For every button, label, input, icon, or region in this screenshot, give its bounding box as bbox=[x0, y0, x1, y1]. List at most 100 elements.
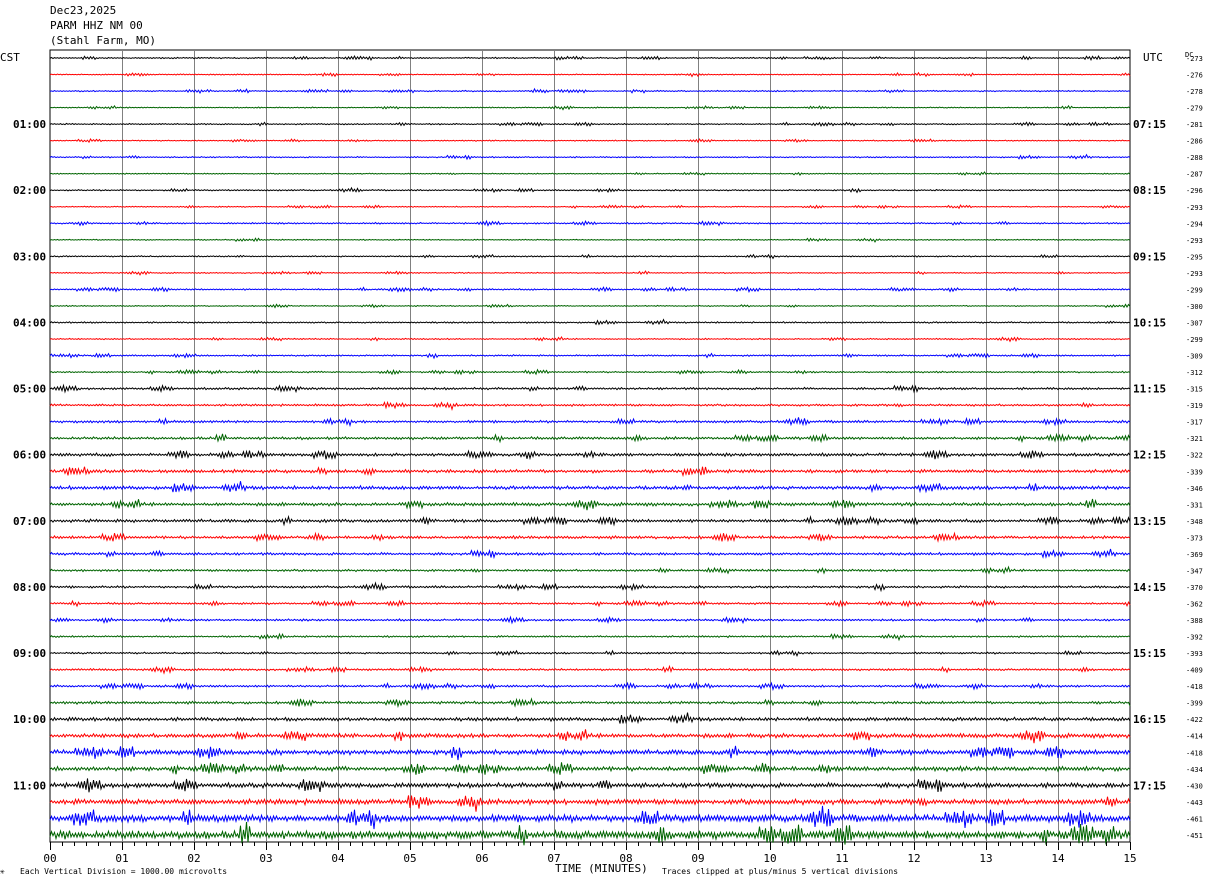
trace-line bbox=[49, 87, 1131, 95]
trace-line bbox=[49, 697, 1131, 709]
trace-line bbox=[49, 805, 1131, 830]
trace-line bbox=[49, 498, 1131, 511]
trace-line bbox=[49, 237, 1131, 243]
trace-line bbox=[49, 104, 1131, 111]
dc-offset-label: -276 bbox=[1186, 72, 1203, 80]
utc-time-label: 15:15 bbox=[1133, 647, 1166, 660]
dc-offset-label: -346 bbox=[1186, 485, 1203, 493]
plot-frame bbox=[49, 49, 1131, 843]
trace-line bbox=[49, 368, 1131, 376]
trace-line bbox=[49, 54, 1131, 62]
x-tick-label: 10 bbox=[763, 852, 776, 865]
dc-offset-label: -339 bbox=[1186, 468, 1203, 476]
trace-line bbox=[49, 729, 1131, 744]
cst-time-label: 07:00 bbox=[13, 515, 46, 528]
trace-line bbox=[49, 481, 1131, 494]
trace-line bbox=[49, 286, 1131, 293]
trace-line bbox=[49, 335, 1131, 343]
dc-offset-label: -294 bbox=[1186, 220, 1203, 228]
clip-note: Traces clipped at plus/minus 5 vertical … bbox=[662, 867, 899, 876]
utc-time-label: 08:15 bbox=[1133, 184, 1166, 197]
utc-time-label: 10:15 bbox=[1133, 316, 1166, 329]
cst-time-label: 03:00 bbox=[13, 250, 46, 263]
dc-offset-label: -315 bbox=[1186, 386, 1203, 394]
trace-line bbox=[49, 681, 1131, 692]
utc-time-label: 12:15 bbox=[1133, 449, 1166, 462]
dc-offset-label: -309 bbox=[1186, 353, 1203, 361]
trace-line bbox=[49, 712, 1131, 725]
dc-offset-label: -287 bbox=[1186, 171, 1203, 179]
utc-time-label: 16:15 bbox=[1133, 713, 1166, 726]
trace-line bbox=[49, 186, 1131, 194]
dc-offset-label: -418 bbox=[1186, 749, 1203, 757]
utc-time-label: 11:15 bbox=[1133, 383, 1166, 396]
x-tick-label: 12 bbox=[907, 852, 920, 865]
trace-line bbox=[49, 318, 1131, 326]
x-tick-label: 15 bbox=[1123, 852, 1136, 865]
dc-offset-label: -321 bbox=[1186, 435, 1203, 443]
utc-label: UTC bbox=[1143, 51, 1163, 64]
dc-offset-label: -434 bbox=[1186, 766, 1203, 774]
dc-offset-label: -319 bbox=[1186, 402, 1203, 410]
dc-offset-label: -443 bbox=[1186, 799, 1203, 807]
cst-time-label: 11:00 bbox=[13, 779, 46, 792]
cst-time-label: 09:00 bbox=[13, 647, 46, 660]
x-tick-label: 14 bbox=[1051, 852, 1065, 865]
trace-line bbox=[49, 352, 1131, 360]
trace-line bbox=[49, 581, 1131, 593]
dc-offset-label: -312 bbox=[1186, 369, 1203, 377]
cst-time-label: 08:00 bbox=[13, 581, 46, 594]
trace-line bbox=[49, 71, 1131, 78]
dc-offset-label: -286 bbox=[1186, 138, 1203, 146]
dc-offset-label: -293 bbox=[1186, 204, 1203, 212]
utc-time-label: 13:15 bbox=[1133, 515, 1166, 528]
trace-line bbox=[49, 531, 1131, 543]
x-tick-label: 11 bbox=[835, 852, 848, 865]
dc-offset-label: -288 bbox=[1186, 154, 1203, 162]
dc-offset-label: -373 bbox=[1186, 534, 1203, 542]
trace-line bbox=[49, 632, 1131, 642]
dc-offset-label: -393 bbox=[1186, 650, 1203, 658]
trace-line bbox=[49, 416, 1131, 428]
dc-offset-label: -299 bbox=[1186, 286, 1203, 294]
dc-offset-label: -392 bbox=[1186, 634, 1203, 642]
x-tick-label: 04 bbox=[331, 852, 345, 865]
dc-offset-label: -317 bbox=[1186, 419, 1203, 427]
dc-offset-label: -451 bbox=[1186, 832, 1203, 840]
dc-offset-label: -362 bbox=[1186, 600, 1203, 608]
cst-time-label: 06:00 bbox=[13, 449, 46, 462]
x-tick-label: 01 bbox=[115, 852, 128, 865]
dc-offset-label: -273 bbox=[1186, 55, 1203, 63]
trace-line bbox=[49, 432, 1131, 444]
cst-time-label: 10:00 bbox=[13, 713, 46, 726]
trace-line bbox=[49, 253, 1131, 260]
dc-offset-label: -399 bbox=[1186, 700, 1203, 708]
dc-offset-label: -348 bbox=[1186, 518, 1203, 526]
trace-line bbox=[49, 153, 1131, 161]
dc-offset-label: -299 bbox=[1186, 336, 1203, 344]
trace-line bbox=[49, 449, 1131, 461]
station-label: PARM HHZ NM 00 bbox=[50, 19, 143, 32]
x-tick-label: 02 bbox=[187, 852, 200, 865]
dc-offset-label: -279 bbox=[1186, 105, 1203, 113]
x-axis-title: TIME (MINUTES) bbox=[555, 862, 648, 875]
helicorder-plot: CST UTC 01:00 02:00 03:00 04:00 05:00 06:00 07:0… bbox=[0, 49, 1203, 865]
utc-time-label: 17:15 bbox=[1133, 779, 1166, 792]
dc-offset-label: -293 bbox=[1186, 270, 1203, 278]
trace-line bbox=[49, 664, 1131, 675]
scale-note: Each Vertical Division = 1000.00 microvo… bbox=[20, 867, 228, 876]
dc-offset-label: -293 bbox=[1186, 237, 1203, 245]
trace-line bbox=[49, 548, 1131, 560]
dc-offset-label: -300 bbox=[1186, 303, 1203, 311]
trace-line bbox=[49, 514, 1131, 527]
cst-time-label: 02:00 bbox=[13, 184, 46, 197]
dc-offset-label: -369 bbox=[1186, 551, 1203, 559]
dc-offset-label: -414 bbox=[1186, 733, 1203, 741]
dc-offset-label: -461 bbox=[1186, 815, 1203, 823]
location-label: (Stahl Farm, MO) bbox=[50, 34, 156, 47]
trace-line bbox=[49, 466, 1131, 478]
x-tick-label: 05 bbox=[403, 852, 416, 865]
x-tick-label: 00 bbox=[43, 852, 56, 865]
dc-offset-label: -409 bbox=[1186, 667, 1203, 675]
utc-time-label: 07:15 bbox=[1133, 118, 1166, 131]
